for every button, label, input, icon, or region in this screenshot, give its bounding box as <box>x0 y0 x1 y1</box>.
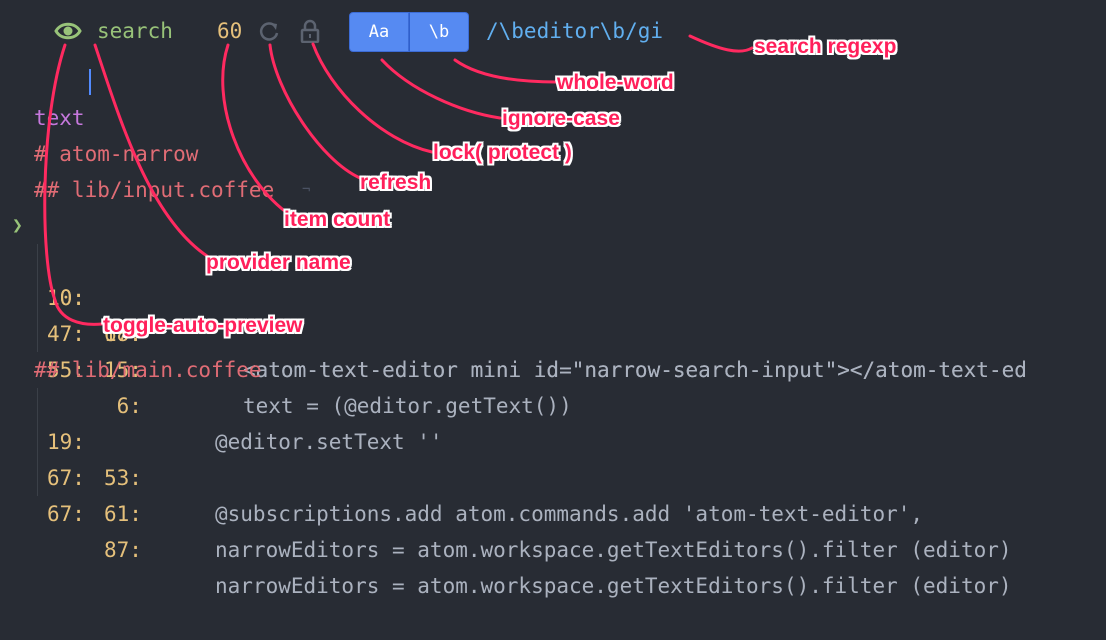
list-item[interactable]: 55: 6: @editor.setText '' <box>0 280 1106 454</box>
narrow-control-bar: search 60 Aa \b /\beditor\b/gi <box>0 0 1106 62</box>
narrow-input-line[interactable]: text <box>0 64 1106 130</box>
row-number: 67: <box>47 502 85 526</box>
match-code: narrowEditors = atom.workspace.getTextEd… <box>215 538 1012 562</box>
item-count: 60 <box>217 19 243 43</box>
annotation-lock: lock( protect ) <box>433 141 572 164</box>
annotation-whole-word: whole-word <box>557 71 674 94</box>
search-options-button-group: Aa \b <box>349 12 469 52</box>
refresh-icon[interactable] <box>258 20 280 42</box>
annotation-refresh: refresh <box>360 171 432 194</box>
whole-word-button[interactable]: \b <box>409 12 469 52</box>
list-item[interactable]: 10: 67: <atom-text-editor mini id="narro… <box>0 208 1106 382</box>
ignore-case-button[interactable]: Aa <box>349 12 409 52</box>
provider-name: search <box>97 19 173 43</box>
text-cursor <box>89 69 91 95</box>
eye-icon[interactable] <box>54 18 82 44</box>
annotation-ignore-case: ignore-case <box>502 107 620 130</box>
column-number: 53: <box>104 466 142 490</box>
annotation-toggle-auto-preview: toggle-auto-preview <box>103 314 303 337</box>
lock-icon[interactable] <box>300 19 320 43</box>
list-item[interactable]: ❯ 10: 18: <atom-text-editor mini id="nar… <box>0 172 1106 382</box>
list-item[interactable]: 67: 87: narrowEditors = atom.workspace.g… <box>0 424 1106 598</box>
annotation-item-count: item count <box>284 208 391 231</box>
indent-guide <box>37 460 38 496</box>
list-item[interactable]: 47: 15: text = (@editor.getText()) <box>0 244 1106 418</box>
column-number: 61: <box>104 502 142 526</box>
annotation-search-regexp: search regexp <box>754 35 897 58</box>
match-code: @subscriptions.add atom.commands.add 'at… <box>215 502 924 526</box>
column-number: 87: <box>104 538 142 562</box>
list-item[interactable]: 19: 53: @subscriptions.add atom.commands… <box>0 352 1106 526</box>
row-number: 67: <box>47 466 85 490</box>
list-item[interactable]: 67: 61: narrowEditors = atom.workspace.g… <box>0 388 1106 562</box>
search-regexp: /\beditor\b/gi <box>486 19 664 43</box>
match-code: narrowEditors = atom.workspace.getTextEd… <box>215 574 1012 598</box>
annotation-provider-name: provider name <box>206 251 351 274</box>
